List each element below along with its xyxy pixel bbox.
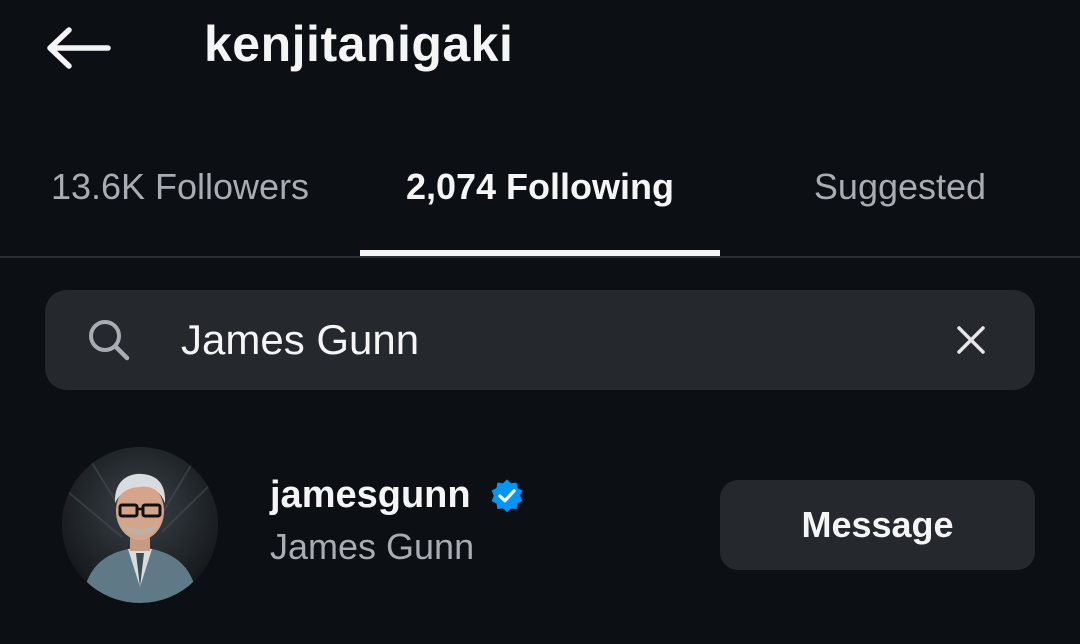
following-screen: kenjitanigaki 13.6K Followers 2,074 Foll… [0, 0, 1080, 644]
search-bar [45, 290, 1035, 390]
top-bar: kenjitanigaki [0, 0, 1080, 100]
tab-followers[interactable]: 13.6K Followers [0, 140, 360, 256]
arrow-left-icon [47, 27, 111, 69]
search-input[interactable] [181, 310, 901, 370]
tab-following[interactable]: 2,074 Following [360, 140, 720, 256]
tab-bar: 13.6K Followers 2,074 Following Suggeste… [0, 140, 1080, 258]
avatar[interactable] [62, 447, 218, 603]
tab-suggested[interactable]: Suggested [720, 140, 1080, 256]
full-name: James Gunn [270, 526, 475, 567]
clear-search-button[interactable] [943, 316, 999, 364]
back-button[interactable] [42, 20, 114, 76]
page-title: kenjitanigaki [204, 16, 514, 72]
verified-badge-icon [487, 476, 527, 516]
username-line: jamesgunn [270, 474, 527, 517]
message-button[interactable]: Message [720, 480, 1035, 570]
active-tab-indicator [360, 250, 720, 256]
list-item[interactable]: jamesgunn James Gunn Message [0, 440, 1080, 610]
close-icon [957, 326, 985, 354]
search-icon [85, 316, 133, 364]
username[interactable]: jamesgunn [270, 474, 471, 517]
